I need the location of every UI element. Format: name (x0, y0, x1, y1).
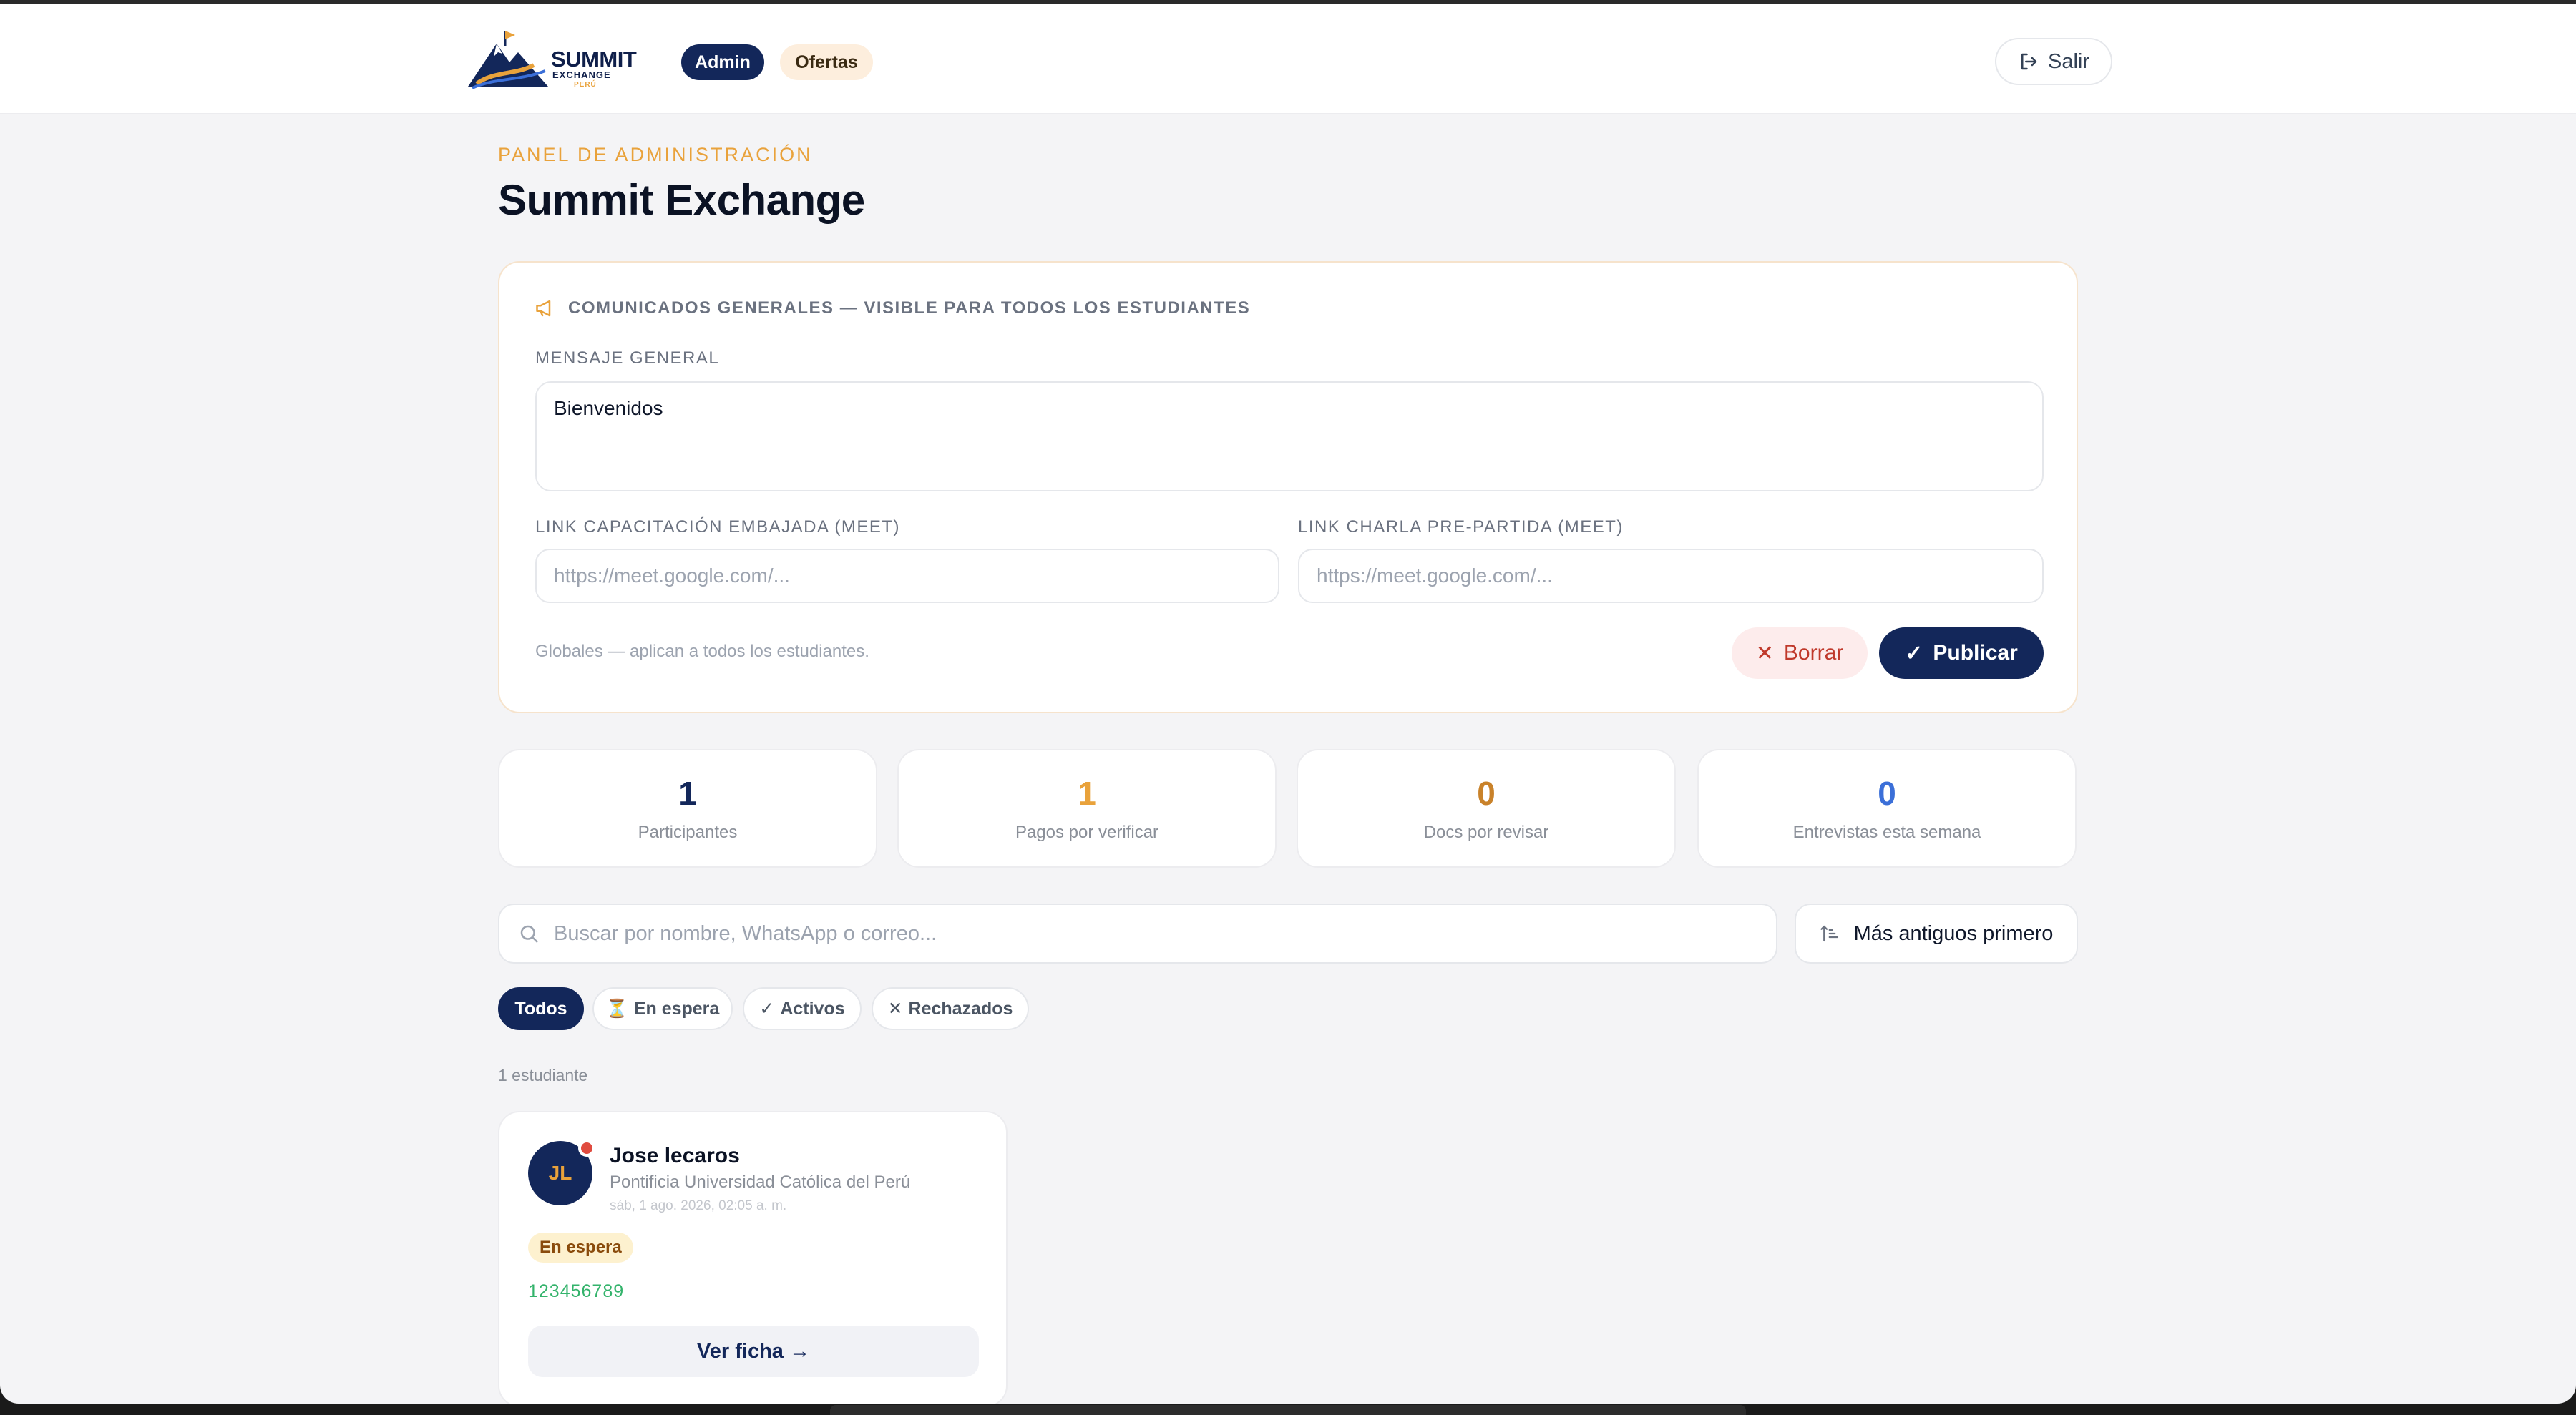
student-card[interactable]: JL Jose lecaros Pontificia Universidad C… (498, 1111, 1008, 1404)
student-university: Pontificia Universidad Católica del Perú (610, 1172, 911, 1192)
logout-icon (2021, 53, 2037, 70)
stat-label: Docs por revisar (1423, 823, 1549, 842)
stat-payments: 1 Pagos por verificar (897, 749, 1277, 868)
check-icon: ✓ (1905, 641, 1923, 665)
announcements-footnote: Globales — aplican a todos los estudiant… (535, 642, 869, 661)
logout-button[interactable]: Salir (1995, 38, 2112, 85)
stat-label: Entrevistas esta semana (1792, 823, 1981, 842)
app-window: SUMMIT EXCHANGE PERÚ Admin Ofertas Salir… (0, 0, 2576, 1404)
filter-label: En espera (633, 998, 720, 1019)
stat-value: 1 (1078, 775, 1096, 812)
results-count: 1 estudiante (498, 1066, 588, 1084)
megaphone-icon (536, 300, 551, 317)
embassy-link-label: LINK CAPACITACIÓN EMBAJADA (MEET) (535, 517, 901, 537)
message-label: MENSAJE GENERAL (535, 348, 720, 368)
logo-region: PERÚ (574, 81, 597, 89)
search-icon (520, 925, 538, 943)
nav-admin[interactable]: Admin (681, 44, 764, 80)
clear-button[interactable]: ✕ Borrar (1732, 627, 1868, 679)
predeparture-link-input[interactable] (1298, 549, 2044, 603)
close-icon: ✕ (887, 999, 903, 1019)
student-name: Jose lecaros (610, 1144, 740, 1167)
predeparture-link-label: LINK CHARLA PRE-PARTIDA (MEET) (1298, 517, 1624, 537)
filter-en-espera[interactable]: ⏳ En espera (592, 987, 733, 1030)
sort-button[interactable]: Más antiguos primero (1795, 904, 2078, 964)
announcements-card: COMUNICADOS GENERALES — VISIBLE PARA TOD… (498, 261, 2078, 713)
stat-value: 0 (1878, 775, 1896, 812)
page-title: Summit Exchange (498, 176, 865, 224)
status-dot (578, 1140, 595, 1157)
dock-edge (830, 1405, 1746, 1415)
top-navbar: SUMMIT EXCHANGE PERÚ Admin Ofertas Salir (0, 4, 2576, 114)
stat-value: 1 (678, 775, 697, 812)
search-input[interactable] (554, 921, 1699, 946)
announcements-heading-text: COMUNICADOS GENERALES — VISIBLE PARA TOD… (568, 298, 1251, 318)
embassy-link-input[interactable] (535, 549, 1279, 603)
sort-label: Más antiguos primero (1853, 921, 2054, 945)
stat-interviews: 0 Entrevistas esta semana (1697, 749, 2077, 868)
check-icon: ✓ (759, 999, 775, 1019)
status-badge: En espera (528, 1233, 633, 1263)
hourglass-icon: ⏳ (605, 998, 628, 1019)
logout-label: Salir (2047, 49, 2089, 73)
sort-ascending-icon (1820, 925, 1838, 942)
page-kicker: PANEL DE ADMINISTRACIÓN (498, 144, 813, 165)
filter-label: Todos (514, 998, 567, 1019)
student-date: sáb, 1 ago. 2026, 02:05 a. m. (610, 1198, 787, 1213)
student-phone[interactable]: 123456789 (528, 1281, 624, 1302)
stat-value: 0 (1477, 775, 1496, 812)
filter-rechazados[interactable]: ✕ Rechazados (872, 987, 1029, 1030)
publish-label: Publicar (1933, 641, 2018, 665)
clear-label: Borrar (1783, 641, 1844, 665)
general-message-textarea[interactable] (535, 381, 2044, 491)
stat-docs: 0 Docs por revisar (1297, 749, 1676, 868)
stat-participants: 1 Participantes (498, 749, 877, 868)
nav-ofertas[interactable]: Ofertas (780, 44, 873, 80)
search-bar[interactable] (498, 904, 1777, 964)
publish-button[interactable]: ✓ Publicar (1879, 627, 2044, 679)
close-icon: ✕ (1755, 641, 1774, 665)
announcements-heading: COMUNICADOS GENERALES — VISIBLE PARA TOD… (535, 298, 1250, 318)
summit-logo[interactable]: SUMMIT EXCHANGE PERÚ (465, 28, 640, 92)
filter-todos[interactable]: Todos (498, 987, 584, 1030)
view-profile-button[interactable]: Ver ficha → (528, 1326, 979, 1377)
mountain-logo-icon (468, 31, 548, 89)
stat-label: Pagos por verificar (1015, 823, 1159, 842)
logo-subtitle: EXCHANGE (552, 69, 611, 80)
filter-label: Rechazados (908, 998, 1013, 1019)
logo-title: SUMMIT (551, 46, 637, 72)
stat-label: Participantes (638, 823, 738, 842)
filter-label: Activos (780, 998, 845, 1019)
filter-activos[interactable]: ✓ Activos (743, 987, 862, 1030)
